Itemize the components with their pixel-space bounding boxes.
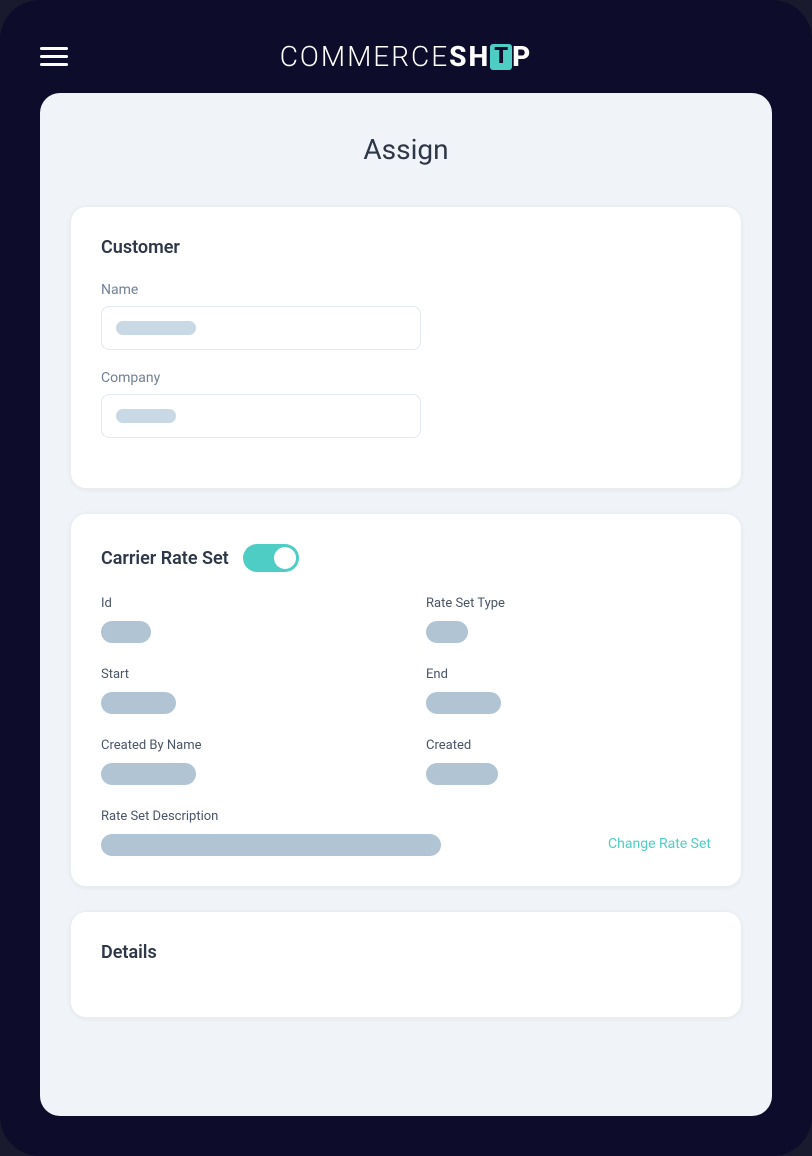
created-field: Created — [426, 738, 711, 785]
description-field — [101, 834, 608, 856]
name-input-wrapper — [101, 306, 421, 350]
company-label: Company — [101, 370, 711, 386]
end-value-skeleton — [426, 692, 501, 714]
end-field: End — [426, 667, 711, 714]
toggle-knob — [274, 547, 296, 569]
logo-text-p: P — [512, 40, 532, 73]
end-label: End — [426, 667, 711, 682]
rate-desc-label: Rate Set Description — [101, 809, 711, 824]
change-rate-button[interactable]: Change Rate Set — [608, 834, 711, 852]
id-label: Id — [101, 596, 386, 611]
name-field-group: Name — [101, 282, 711, 350]
carrier-rate-card-title: Carrier Rate Set — [101, 548, 229, 569]
menu-icon[interactable] — [40, 47, 68, 66]
rate-set-type-skeleton — [426, 621, 468, 643]
name-skeleton — [116, 321, 196, 335]
logo: COMMERCE SH T P — [280, 40, 533, 73]
logo-text-commerce: COMMERCE — [280, 40, 449, 73]
rate-set-type-label: Rate Set Type — [426, 596, 711, 611]
company-skeleton — [116, 409, 176, 423]
customer-card: Customer Name Company — [70, 206, 742, 489]
logo-text-sh: SH — [449, 40, 490, 73]
carrier-rate-card: Carrier Rate Set Id Rate Set Type — [70, 513, 742, 887]
start-field: Start — [101, 667, 386, 714]
details-card: Details — [70, 911, 742, 1018]
desc-value-skeleton — [101, 834, 441, 856]
created-skeleton — [426, 763, 498, 785]
carrier-rate-title-row: Carrier Rate Set — [101, 544, 711, 572]
start-label: Start — [101, 667, 386, 682]
rate-info-grid: Id Rate Set Type Start End — [101, 596, 711, 785]
main-content: Assign Customer Name Company Carrier Rat… — [40, 93, 772, 1116]
name-label: Name — [101, 282, 711, 298]
company-field-group: Company — [101, 370, 711, 438]
id-field: Id — [101, 596, 386, 643]
header: COMMERCE SH T P — [0, 0, 812, 93]
phone-frame: COMMERCE SH T P Assign Customer Name Com… — [0, 0, 812, 1156]
created-by-skeleton — [101, 763, 196, 785]
details-card-title: Details — [101, 942, 711, 963]
rate-desc-section: Rate Set Description Change Rate Set — [101, 809, 711, 856]
start-value-skeleton — [101, 692, 176, 714]
page-title: Assign — [70, 133, 742, 166]
customer-card-title: Customer — [101, 237, 711, 258]
company-input-wrapper — [101, 394, 421, 438]
carrier-rate-toggle[interactable] — [243, 544, 299, 572]
id-value-skeleton — [101, 621, 151, 643]
rate-set-type-field: Rate Set Type — [426, 596, 711, 643]
created-label: Created — [426, 738, 711, 753]
created-by-field: Created By Name — [101, 738, 386, 785]
created-by-label: Created By Name — [101, 738, 386, 753]
logo-t-icon: T — [490, 44, 512, 70]
rate-desc-row: Change Rate Set — [101, 834, 711, 856]
